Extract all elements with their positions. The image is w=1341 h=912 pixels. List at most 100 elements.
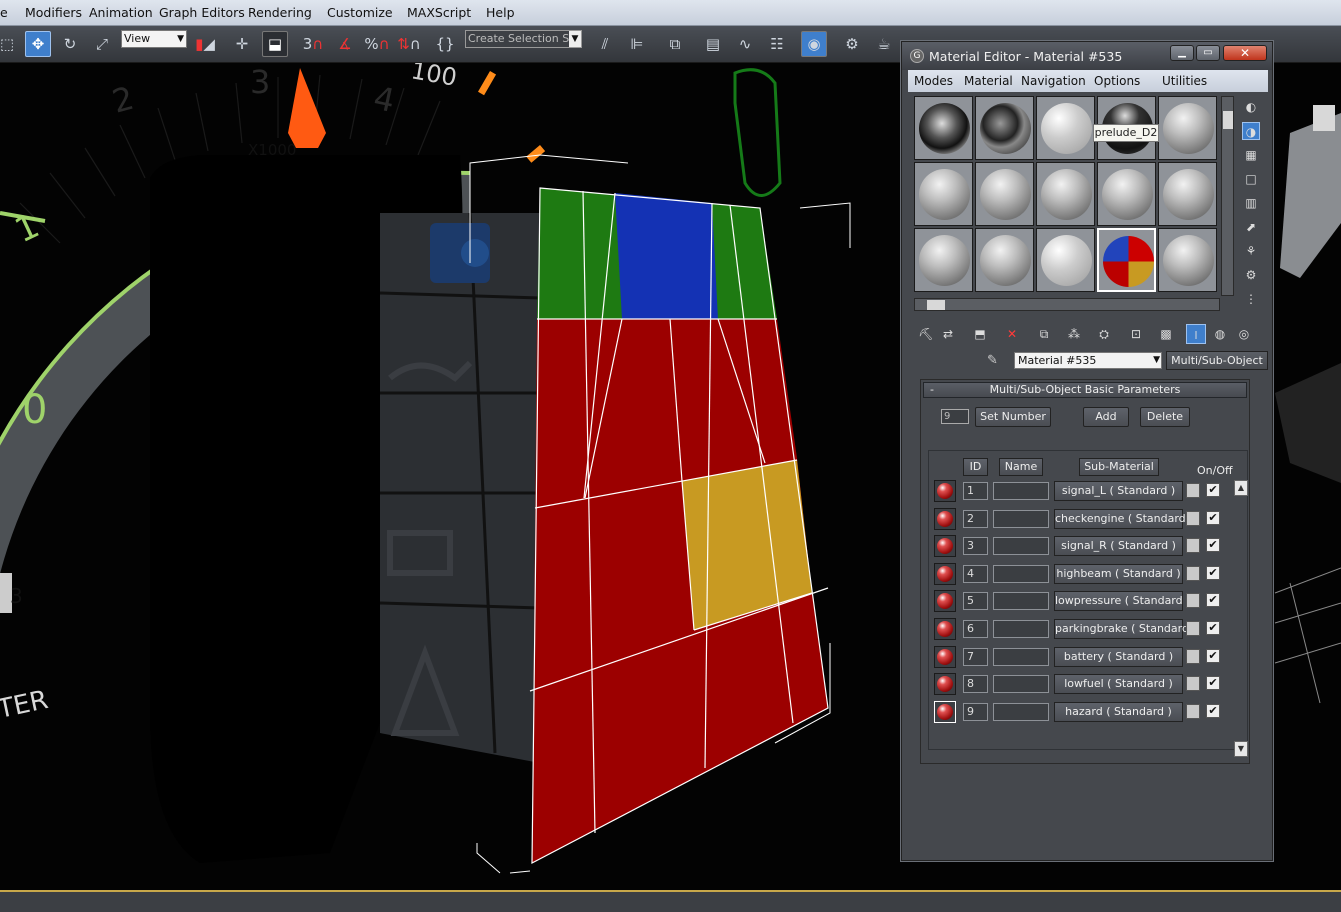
sub-material-button[interactable]: battery ( Standard ) <box>1054 647 1183 667</box>
sub-material-onoff-checkbox[interactable]: ✔ <box>1206 649 1220 663</box>
sample-type-icon[interactable]: ◐ <box>1242 98 1260 116</box>
slots-horizontal-scrollbar[interactable] <box>914 298 1220 311</box>
sub-material-id-field[interactable]: 1 <box>963 482 988 500</box>
menu-modifiers[interactable]: Modifiers <box>25 5 82 20</box>
move-gizmo-icon[interactable]: ✛ <box>229 31 255 57</box>
sub-material-preview[interactable] <box>934 618 956 640</box>
sub-material-id-field[interactable]: 8 <box>963 675 988 693</box>
sub-material-id-field[interactable]: 4 <box>963 565 988 583</box>
sub-material-id-field[interactable]: 7 <box>963 648 988 666</box>
list-scroll-up-icon[interactable]: ▲ <box>1234 480 1248 496</box>
sub-material-button[interactable]: signal_L ( Standard ) <box>1054 481 1183 501</box>
sample-slot[interactable] <box>914 228 973 292</box>
sub-material-button[interactable]: parkingbrake ( Standard ) <box>1054 619 1197 639</box>
menu-options[interactable]: Options <box>1094 74 1140 88</box>
manipulate-icon[interactable]: ⬓ <box>262 31 288 57</box>
select-scale-icon[interactable]: ⤢ <box>89 31 115 57</box>
sub-material-onoff-checkbox[interactable]: ✔ <box>1206 483 1220 497</box>
sub-material-button[interactable]: hazard ( Standard ) <box>1054 702 1183 722</box>
sample-slot[interactable] <box>975 96 1034 160</box>
layer-manager-icon[interactable]: ⧉ <box>662 31 688 57</box>
close-icon[interactable]: ✕ <box>1223 45 1267 61</box>
rendered-frame-icon[interactable]: ☕ <box>871 31 897 57</box>
options-icon[interactable]: ⚘ <box>1242 242 1260 260</box>
sub-material-color-swatch[interactable] <box>1186 483 1200 498</box>
sub-material-preview[interactable] <box>934 646 956 668</box>
sub-material-color-swatch[interactable] <box>1186 538 1200 553</box>
sub-material-onoff-checkbox[interactable]: ✔ <box>1206 566 1220 580</box>
sub-material-name-field[interactable] <box>993 592 1049 610</box>
sample-slot-active[interactable] <box>1097 228 1156 292</box>
sample-slot[interactable] <box>1158 228 1217 292</box>
pivot-center-icon[interactable]: ▮ ◢ <box>192 31 218 57</box>
menu-material[interactable]: Material <box>964 74 1013 88</box>
sample-slot[interactable] <box>1036 162 1095 226</box>
sub-material-onoff-checkbox[interactable]: ✔ <box>1206 676 1220 690</box>
number-of-materials-field[interactable]: 9 <box>941 409 969 424</box>
column-sub-material-button[interactable]: Sub-Material <box>1079 458 1159 476</box>
menu-navigation[interactable]: Navigation <box>1021 74 1086 88</box>
curve-editor-icon[interactable]: ∿ <box>732 31 758 57</box>
sample-uv-tiling-icon[interactable]: □ <box>1242 170 1260 188</box>
column-id-button[interactable]: ID <box>963 458 988 476</box>
sub-material-name-field[interactable] <box>993 565 1049 583</box>
sub-material-id-field[interactable]: 2 <box>963 510 988 528</box>
sub-material-name-field[interactable] <box>993 648 1049 666</box>
go-to-parent-icon[interactable]: ◍ <box>1210 324 1230 344</box>
sub-material-color-swatch[interactable] <box>1186 511 1200 526</box>
percent-snap-icon[interactable]: % ∩ <box>364 31 390 57</box>
assign-to-selection-icon[interactable]: ⬒ <box>970 324 990 344</box>
put-to-library-icon[interactable]: ⛭ <box>1094 324 1114 344</box>
delete-button[interactable]: Delete <box>1140 407 1190 427</box>
menu-animation[interactable]: Animation <box>89 5 153 20</box>
menu-customize[interactable]: Customize <box>327 5 393 20</box>
sub-material-preview[interactable] <box>934 563 956 585</box>
minimize-icon[interactable]: ▁ <box>1170 45 1194 61</box>
sample-slot[interactable] <box>914 162 973 226</box>
sub-material-name-field[interactable] <box>993 675 1049 693</box>
menu-maxscript[interactable]: MAXScript <box>407 5 471 20</box>
put-to-scene-icon[interactable]: ⇄ <box>938 324 958 344</box>
sample-slot[interactable] <box>1158 96 1217 160</box>
sample-slot[interactable] <box>1097 162 1156 226</box>
menu-modes[interactable]: Modes <box>914 74 953 88</box>
sub-material-button[interactable]: checkengine ( Standard ) <box>1054 509 1193 529</box>
sub-material-preview[interactable] <box>934 673 956 695</box>
sub-material-preview[interactable] <box>934 508 956 530</box>
sub-material-onoff-checkbox[interactable]: ✔ <box>1206 511 1220 525</box>
menu-edit[interactable]: e <box>0 5 8 20</box>
select-rotate-icon[interactable]: ↻ <box>57 31 83 57</box>
sub-material-color-swatch[interactable] <box>1186 621 1200 636</box>
sub-material-onoff-checkbox[interactable]: ✔ <box>1206 593 1220 607</box>
go-forward-sibling-icon[interactable]: ◎ <box>1234 324 1254 344</box>
sub-material-name-field[interactable] <box>993 482 1049 500</box>
sub-material-onoff-checkbox[interactable]: ✔ <box>1206 621 1220 635</box>
sub-material-id-field[interactable]: 3 <box>963 537 988 555</box>
render-setup-icon[interactable]: ⚙ <box>839 31 865 57</box>
sub-material-name-field[interactable] <box>993 703 1049 721</box>
edit-named-selection-icon[interactable]: {} <box>432 31 458 57</box>
spinner-snap-icon[interactable]: ⇅ ∩ <box>396 31 422 57</box>
material-editor-titlebar[interactable]: G Material Editor - Material #535 ▁ ▭ ✕ <box>902 42 1272 70</box>
maximize-icon[interactable]: ▭ <box>1196 45 1220 61</box>
sub-material-color-swatch[interactable] <box>1186 649 1200 664</box>
sample-slot[interactable] <box>1158 162 1217 226</box>
sub-material-color-swatch[interactable] <box>1186 593 1200 608</box>
sub-material-preview[interactable] <box>934 701 956 723</box>
list-scroll-down-icon[interactable]: ▼ <box>1234 741 1248 757</box>
align-icon[interactable]: ⊫ <box>624 31 650 57</box>
material-editor-icon[interactable]: ◉ <box>801 31 827 57</box>
material-name-field[interactable]: Material #535 ▼ <box>1014 352 1162 369</box>
make-unique-icon[interactable]: ⁂ <box>1064 324 1084 344</box>
sub-material-color-swatch[interactable] <box>1186 704 1200 719</box>
sub-material-button[interactable]: lowpressure ( Standard ) <box>1054 591 1190 611</box>
reference-coordinate-dropdown[interactable]: View ▼ <box>121 30 187 48</box>
menu-rendering[interactable]: Rendering <box>248 5 312 20</box>
sub-material-name-field[interactable] <box>993 510 1049 528</box>
ribbon-icon[interactable]: ▤ <box>700 31 726 57</box>
slots-vertical-scrollbar[interactable] <box>1221 96 1234 296</box>
named-selection-set-field[interactable]: Create Selection Se ▼ <box>465 30 582 48</box>
sub-material-name-field[interactable] <box>993 620 1049 638</box>
sub-material-onoff-checkbox[interactable]: ✔ <box>1206 704 1220 718</box>
get-material-icon[interactable]: ⛏ <box>916 324 936 344</box>
